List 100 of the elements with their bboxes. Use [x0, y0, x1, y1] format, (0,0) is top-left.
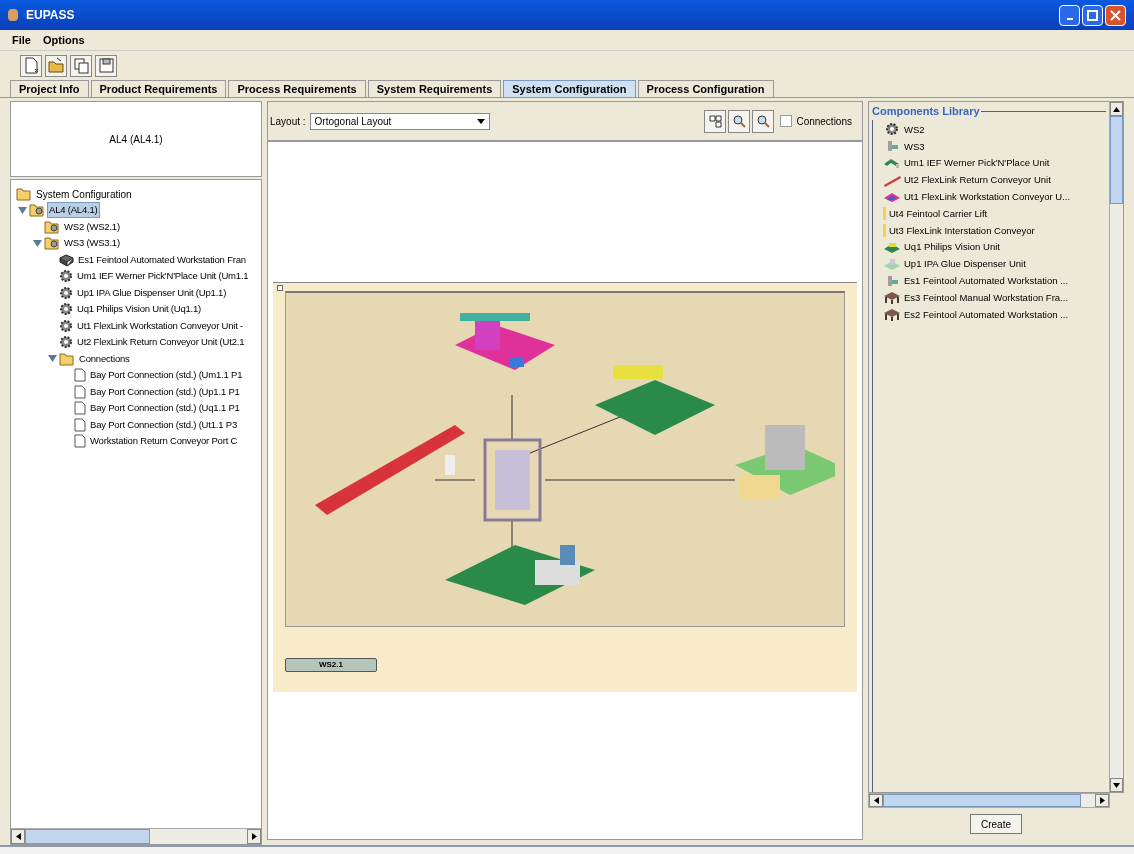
tree-item[interactable]: Bay Port Connection (std.) (Up1.1 P1 [88, 383, 242, 400]
right-arrow-icon [1099, 797, 1105, 804]
scroll-left-button[interactable] [869, 794, 883, 807]
folder-icon [44, 219, 60, 234]
connections-checkbox[interactable] [780, 115, 793, 127]
gear-icon [59, 335, 73, 350]
tree-item[interactable]: Up1 IPA Glue Dispenser Unit (Up1.1) [75, 284, 229, 301]
tab[interactable]: Process Requirements [228, 80, 366, 97]
minimize-button[interactable] [1059, 4, 1080, 26]
library-item[interactable]: Uq1 Philips Vision Unit [904, 240, 1000, 255]
connections-label: Connections [796, 114, 852, 129]
scroll-right-button[interactable] [247, 829, 261, 844]
tab[interactable]: Process Configuration [637, 80, 774, 97]
gear-icon [59, 269, 73, 284]
library-item[interactable]: Es2 Feintool Automated Workstation ... [904, 307, 1069, 322]
tab[interactable]: System Configuration [503, 80, 636, 97]
dropdown-arrow-icon [476, 118, 485, 124]
gear-icon [883, 122, 901, 138]
tree-item[interactable]: WS3 (WS3.1) [62, 235, 122, 252]
tab[interactable]: Product Requirements [90, 80, 227, 97]
right-arrow-icon [251, 833, 257, 840]
tree-item[interactable]: System Configuration [36, 186, 132, 202]
bar-icon [883, 207, 886, 221]
gear-icon [59, 318, 73, 333]
zoom-in-button[interactable] [728, 109, 751, 133]
magnifier-icon [756, 114, 770, 128]
tree-item[interactable]: Bay Port Connection (std.) (Um1.1 P1 [88, 367, 245, 384]
scroll-thumb[interactable] [25, 829, 150, 844]
library-item[interactable]: WS2 [904, 122, 925, 137]
app-icon [8, 9, 18, 21]
scroll-down-button[interactable] [1110, 778, 1123, 792]
folder-icon [16, 187, 32, 201]
library-item[interactable]: Ut2 FlexLink Return Conveyor Unit [904, 173, 1051, 188]
library-item[interactable]: Um1 IEF Werner Pick'N'Place Unit [904, 156, 1050, 171]
gear-icon [59, 285, 73, 300]
maximize-button[interactable] [1082, 4, 1103, 26]
library-item[interactable]: Ut4 Feintool Carrier Lift [889, 206, 988, 221]
minimize-icon [1065, 17, 1074, 21]
library-item[interactable]: Up1 IPA Glue Dispenser Unit [904, 257, 1026, 272]
scroll-up-button[interactable] [1110, 102, 1123, 116]
left-arrow-icon [873, 797, 879, 804]
tree-item[interactable]: Bay Port Connection (std.) (Uq1.1 P1 [88, 400, 242, 417]
menu-item[interactable]: File [12, 31, 31, 49]
layout-label: Layout : [270, 114, 306, 129]
gear-icon [59, 302, 73, 317]
tree-item[interactable]: Uq1 Philips Vision Unit (Uq1.1) [75, 301, 204, 318]
workstation-node[interactable]: WS2.1 [285, 658, 377, 672]
scroll-right-button[interactable] [1095, 794, 1109, 807]
document-icon [74, 401, 86, 416]
tree-item[interactable]: Bay Port Connection (std.) (Ut1.1 P3 [88, 416, 239, 433]
folder-icon [44, 236, 60, 251]
scroll-thumb[interactable] [1110, 116, 1123, 204]
magnifier-icon [732, 114, 746, 128]
document-icon [74, 368, 86, 383]
tree-item[interactable]: Ut2 FlexLink Return Conveyor Unit (Ut2.1 [75, 334, 247, 351]
close-icon [1110, 9, 1121, 21]
create-button[interactable]: Create [970, 814, 1022, 834]
fit-layout-button[interactable] [704, 109, 727, 133]
toolbar-button[interactable] [45, 54, 67, 77]
scroll-thumb[interactable] [883, 794, 1081, 807]
tree-item[interactable]: Es1 Feintool Automated Workstation Fran [76, 251, 248, 268]
horizontal-scrollbar[interactable] [11, 828, 261, 844]
library-item[interactable]: WS3 [904, 139, 925, 154]
menu-item[interactable]: Options [42, 31, 85, 49]
toolbar-button[interactable] [95, 54, 117, 77]
folder-icon [59, 351, 75, 366]
maximize-icon [1087, 9, 1098, 21]
tree-item[interactable]: Connections [77, 350, 132, 367]
tab[interactable]: System Requirements [367, 80, 502, 97]
library-item[interactable]: Es1 Feintool Automated Workstation ... [904, 273, 1069, 289]
zoom-out-button[interactable] [752, 109, 775, 133]
layout-dropdown[interactable]: Ortogonal Layout [309, 112, 490, 130]
document-icon [74, 434, 86, 449]
tab[interactable]: Project Info [10, 80, 89, 97]
frame-icon [59, 252, 74, 267]
toolbar-button[interactable] [20, 54, 42, 77]
tree-item[interactable]: Ut1 FlexLink Workstation Conveyor Unit - [75, 317, 246, 334]
tree-item[interactable]: Um1 IEF Werner Pick'N'Place Unit (Um1.1 [75, 268, 251, 285]
tree-item[interactable]: WS2 (WS2.1) [62, 218, 122, 235]
expanded-toggle-icon[interactable] [33, 238, 42, 248]
document-icon [74, 417, 86, 432]
library-title: Components Library [872, 104, 980, 119]
expanded-toggle-icon[interactable] [48, 354, 57, 364]
library-item[interactable]: Ut3 FlexLink Interstation Conveyor [889, 223, 1035, 238]
scroll-left-button[interactable] [11, 829, 25, 844]
collapse-icon [277, 285, 283, 291]
save-icon [96, 56, 116, 75]
down-arrow-icon [1113, 782, 1120, 788]
expanded-toggle-icon[interactable] [18, 205, 27, 215]
vertical-scrollbar[interactable] [1109, 102, 1123, 792]
bench-icon [883, 307, 901, 323]
tree-item[interactable]: AL4 (AL4.1) [47, 202, 100, 219]
folder-icon [29, 203, 45, 218]
window-title: EUPASS [26, 7, 75, 24]
library-item[interactable]: Es3 Feintool Manual Workstation Fra... [904, 290, 1069, 305]
toolbar-button[interactable] [70, 54, 92, 77]
horizontal-scrollbar[interactable] [868, 793, 1110, 808]
tree-item[interactable]: Workstation Return Conveyor Port C [88, 433, 240, 450]
library-item[interactable]: Ut1 FlexLink Workstation Conveyor U... [904, 189, 1071, 205]
close-button[interactable] [1105, 4, 1126, 26]
